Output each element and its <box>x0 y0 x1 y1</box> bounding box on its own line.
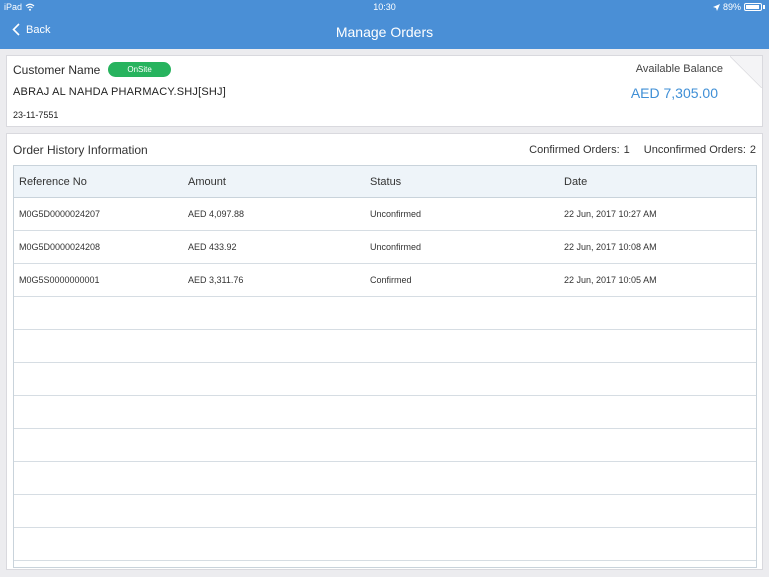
column-header-amount: Amount <box>188 176 226 188</box>
cell-status: Unconfirmed <box>370 209 422 219</box>
available-balance-value: AED 7,305.00 <box>630 85 718 101</box>
page-corner-fold-icon <box>730 56 762 88</box>
cell-date: 22 Jun, 2017 10:08 AM <box>564 242 657 252</box>
table-row[interactable]: M0G5S0000000001 AED 3,311.76 Confirmed 2… <box>14 264 756 297</box>
cell-amount: AED 3,311.76 <box>188 275 244 285</box>
nav-bar: Back Manage Orders <box>0 14 769 49</box>
orders-table: Reference No Amount Status Date M0G5D000… <box>13 165 757 568</box>
order-history-title: Order History Information <box>13 143 148 157</box>
available-balance-label: Available Balance <box>635 63 723 75</box>
empty-table-row <box>14 429 756 462</box>
order-history-card: Order History Information Confirmed Orde… <box>6 133 763 570</box>
status-bar: iPad 10:30 89% <box>0 0 769 14</box>
empty-table-row <box>14 462 756 495</box>
customer-id: 23-11-7551 <box>13 110 59 120</box>
column-header-status: Status <box>370 176 402 188</box>
cell-reference: M0G5D0000024207 <box>19 209 101 219</box>
column-header-date: Date <box>564 176 588 188</box>
cell-date: 22 Jun, 2017 10:27 AM <box>564 209 657 219</box>
table-row[interactable]: M0G5D0000024208 AED 433.92 Unconfirmed 2… <box>14 231 756 264</box>
customer-card: Customer Name OnSite ABRAJ AL NAHDA PHAR… <box>6 55 763 127</box>
column-header-reference: Reference No <box>19 176 87 188</box>
cell-amount: AED 433.92 <box>188 242 237 252</box>
cell-status: Unconfirmed <box>370 242 422 252</box>
cell-amount: AED 4,097.88 <box>188 209 245 219</box>
confirmed-orders-label: Confirmed Orders: <box>529 144 620 156</box>
status-time: 10:30 <box>373 2 396 12</box>
battery-percent: 89% <box>722 2 741 12</box>
order-counts: Confirmed Orders: 1 Unconfirmed Orders: … <box>529 144 756 156</box>
empty-table-row <box>14 495 756 528</box>
onsite-badge: OnSite <box>108 62 171 77</box>
customer-name: ABRAJ AL NAHDA PHARMACY.SHJ[SHJ] <box>13 86 227 98</box>
customer-label-row: Customer Name OnSite <box>13 62 171 77</box>
empty-table-row <box>14 528 756 561</box>
cell-date: 22 Jun, 2017 10:05 AM <box>564 275 657 285</box>
table-row[interactable]: M0G5D0000024207 AED 4,097.88 Unconfirmed… <box>14 198 756 231</box>
cell-reference: M0G5D0000024208 <box>19 242 101 252</box>
page-title: Manage Orders <box>335 24 434 40</box>
battery-tip <box>763 5 765 9</box>
empty-table-row <box>14 396 756 429</box>
unconfirmed-orders-label: Unconfirmed Orders: <box>643 144 746 156</box>
cell-reference: M0G5S0000000001 <box>19 275 100 285</box>
cell-status: Confirmed <box>370 275 412 285</box>
battery-icon <box>744 3 762 11</box>
status-right: 89% <box>712 2 765 12</box>
empty-table-row <box>14 330 756 363</box>
unconfirmed-orders-count: 2 <box>749 144 756 156</box>
location-arrow-icon <box>712 3 720 11</box>
table-header: Reference No Amount Status Date <box>14 166 756 198</box>
empty-table-row <box>14 363 756 396</box>
empty-table-row <box>14 297 756 330</box>
customer-name-label: Customer Name <box>13 62 101 77</box>
confirmed-orders-count: 1 <box>623 144 630 156</box>
